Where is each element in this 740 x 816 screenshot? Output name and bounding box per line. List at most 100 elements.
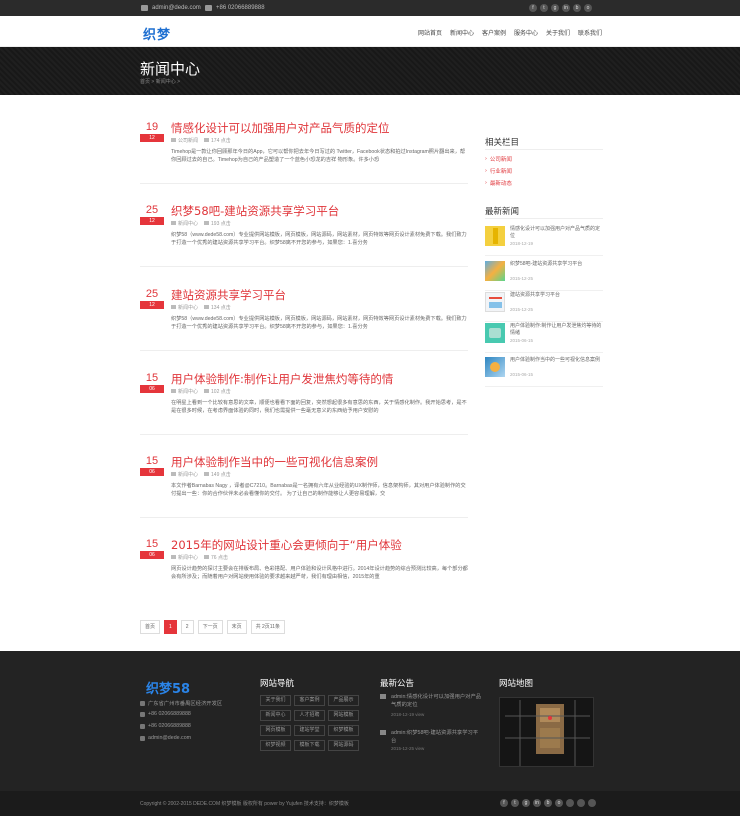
- site-footer: 织梦58 广东省广州市番禺区经济开发区 +86 02066889888 +86 …: [0, 651, 740, 791]
- sidebar-categories-title: 相关栏目: [485, 138, 520, 148]
- footer-nav-tag[interactable]: 新闻中心: [260, 710, 291, 721]
- news-thumbnail[interactable]: [485, 292, 505, 312]
- eye-icon: [204, 472, 210, 476]
- footer-notice-title: 最新公告: [380, 679, 415, 689]
- footer-nav-tag[interactable]: 人才招聘: [294, 710, 325, 721]
- folder-icon: [171, 555, 176, 559]
- sidebar-news-item[interactable]: 用户体验制作当中的一些可视化信息案例 2015-06-15: [485, 357, 603, 387]
- article-meta: 公司新闻 174 点击: [171, 137, 231, 144]
- article-desc: 在明星上看到一个比较有意思的文章，顺便也看看下面的回复，突然想起很多有意思的东西…: [171, 400, 467, 414]
- twitter-icon[interactable]: t: [511, 799, 519, 807]
- article-desc: 网页设计趋势的探讨主要会在排版布局、色彩搭配、用户体验和设计风格中进行。2014…: [171, 566, 468, 580]
- eye-icon: [204, 221, 210, 225]
- eye-icon: [204, 555, 210, 559]
- footer-nav-tag[interactable]: 客户案例: [294, 695, 325, 706]
- footer-logo[interactable]: 织梦58: [146, 678, 190, 697]
- folder-icon: [171, 389, 176, 393]
- date-badge: 19 12: [140, 120, 164, 142]
- news-thumbnail[interactable]: [485, 226, 505, 246]
- nav-about[interactable]: 关于我们: [546, 28, 570, 37]
- facebook-icon[interactable]: f: [529, 4, 537, 12]
- google-plus-icon[interactable]: g: [522, 799, 530, 807]
- sidebar-news-item[interactable]: 用户体验制作:制作让用户发泄焦灼等待的情绪 2015-06-15: [485, 323, 603, 353]
- top-bar: admin@dede.com +86 02066889888 f t g in …: [0, 0, 740, 16]
- envelope-icon: [140, 735, 145, 741]
- twitter-icon[interactable]: t: [540, 4, 548, 12]
- eye-icon: [204, 138, 210, 142]
- footer-nav-tag[interactable]: 模板下载: [294, 740, 325, 751]
- behance-icon[interactable]: b: [573, 4, 581, 12]
- other-social-icon[interactable]: o: [584, 4, 592, 12]
- divider: [485, 149, 603, 150]
- page-next[interactable]: 下一页: [197, 620, 223, 634]
- page-2[interactable]: 2: [180, 620, 194, 634]
- linkedin-icon[interactable]: in: [533, 799, 541, 807]
- article-meta: 新闻中心 134 点击: [171, 304, 231, 311]
- page-last[interactable]: 末页: [226, 620, 247, 634]
- twitter-icon: [380, 730, 386, 735]
- site-logo[interactable]: 织梦: [143, 24, 171, 43]
- article-title[interactable]: 情感化设计可以加强用户对产品气质的定位: [171, 120, 390, 136]
- topbar-phone[interactable]: +86 02066889888: [205, 4, 265, 12]
- news-thumbnail[interactable]: [485, 261, 505, 281]
- folder-icon: [171, 472, 176, 476]
- sidebar-category-item[interactable]: 行业新闻: [485, 167, 512, 175]
- footer-email[interactable]: admin@dede.com: [140, 735, 191, 741]
- footer-nav-tag[interactable]: 网站源码: [328, 740, 359, 751]
- sidebar-news-item[interactable]: 织梦58吧-建站资源共享学习平台 2015-12-25: [485, 261, 603, 291]
- footer-nav-tag[interactable]: 织梦模板: [328, 725, 359, 736]
- article-meta: 新闻中心 102 点击: [171, 388, 231, 395]
- nav-cases[interactable]: 客户案例: [482, 28, 506, 37]
- article-item: 19 12 情感化设计可以加强用户对产品气质的定位 公司新闻 174 点击 Ti…: [140, 120, 468, 184]
- sidebar-category-item[interactable]: 公司新闻: [485, 155, 512, 163]
- nav-contact[interactable]: 联系我们: [578, 28, 602, 37]
- article-title[interactable]: 2015年的网站设计重心会更倾向于“用户体验: [171, 537, 402, 553]
- eye-icon: [204, 305, 210, 309]
- linkedin-icon[interactable]: in: [562, 4, 570, 12]
- date-badge: 15 06: [140, 454, 164, 476]
- google-plus-icon[interactable]: g: [551, 4, 559, 12]
- footer-map-title: 网站地图: [499, 679, 534, 689]
- article-title[interactable]: 用户体验制作当中的一些可视化信息案例: [171, 454, 378, 470]
- notice-item[interactable]: admin:情感化设计可以加强用户对产品气质的定位 2018-12-19 vie…: [380, 693, 481, 723]
- dribbble-icon[interactable]: [577, 799, 585, 807]
- footer-nav-tag[interactable]: 建站学堂: [294, 725, 325, 736]
- site-map-image[interactable]: [499, 697, 594, 767]
- footer-nav-tag[interactable]: 织梦视频: [260, 740, 291, 751]
- eye-icon: [204, 389, 210, 393]
- phone-icon: [140, 711, 145, 717]
- behance-icon[interactable]: b: [544, 799, 552, 807]
- article-item: 25 12 建站资源共享学习平台 新闻中心 134 点击 织梦58（www.de…: [140, 287, 468, 351]
- article-title[interactable]: 用户体验制作:制作让用户发泄焦灼等待的情: [171, 371, 393, 387]
- footer-nav-tag[interactable]: 网页模板: [260, 725, 291, 736]
- footer-nav-tag[interactable]: 关于我们: [260, 695, 291, 706]
- nav-news[interactable]: 新闻中心: [450, 28, 474, 37]
- location-icon: [140, 700, 145, 706]
- rss-icon[interactable]: [566, 799, 574, 807]
- sidebar-news-item[interactable]: 建站资源共享学习平台 2015-12-25: [485, 292, 603, 322]
- news-thumbnail[interactable]: [485, 323, 505, 343]
- footer-nav-tag[interactable]: 产品展示: [328, 695, 359, 706]
- page-count: 共 2页11条: [250, 620, 285, 634]
- page-first[interactable]: 首页: [140, 620, 161, 634]
- page-1[interactable]: 1: [164, 620, 177, 634]
- facebook-icon[interactable]: f: [500, 799, 508, 807]
- divider: [485, 218, 603, 219]
- notice-item[interactable]: admin:织梦58吧-建站资源共享学习平台 2015-12-25 view: [380, 729, 480, 759]
- nav-home[interactable]: 网站首页: [418, 28, 442, 37]
- sidebar-news-title: 最新新闻: [485, 207, 520, 217]
- footer-social-links: f t g in b o: [500, 799, 596, 807]
- article-title[interactable]: 织梦58吧-建站资源共享学习平台: [171, 203, 339, 219]
- folder-icon: [171, 305, 176, 309]
- sidebar-news-item[interactable]: 情感化设计可以加强用户对产品气质的定位 2018-12-19: [485, 226, 603, 256]
- news-thumbnail[interactable]: [485, 357, 505, 377]
- youtube-icon[interactable]: [588, 799, 596, 807]
- other-social-icon[interactable]: o: [555, 799, 563, 807]
- article-title[interactable]: 建站资源共享学习平台: [171, 287, 286, 303]
- sidebar-category-item[interactable]: 最新动态: [485, 179, 512, 187]
- footer-nav-tag[interactable]: 网站模板: [328, 710, 359, 721]
- article-meta: 新闻中心 193 点击: [171, 220, 231, 227]
- nav-service[interactable]: 服务中心: [514, 28, 538, 37]
- topbar-email[interactable]: admin@dede.com: [141, 4, 201, 12]
- breadcrumb[interactable]: 首页 > 新闻中心 >: [140, 78, 180, 85]
